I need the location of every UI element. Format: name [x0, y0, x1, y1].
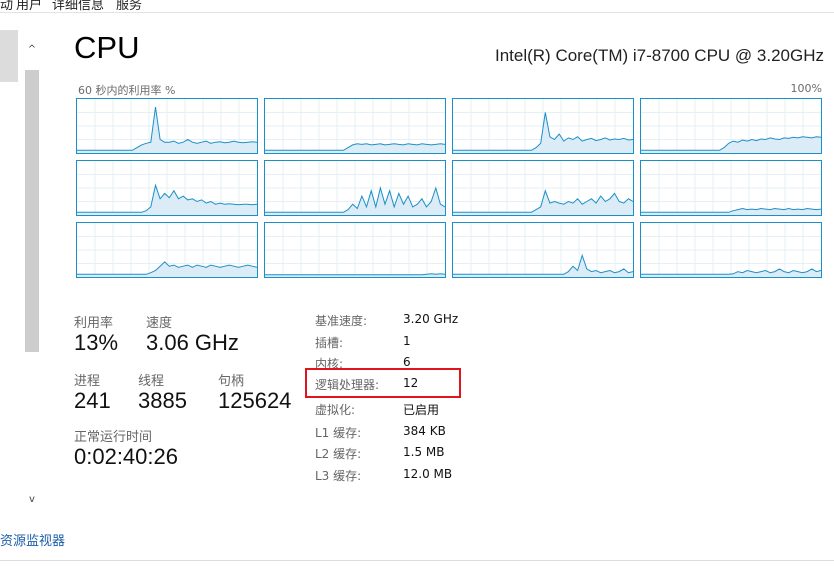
sidebar-scrollbar[interactable]: ^ v	[23, 42, 41, 512]
speed-value: 3.06 GHz	[146, 330, 239, 355]
spec-cores-value: 6	[403, 355, 411, 369]
core-graph	[640, 98, 822, 154]
core-graph	[264, 98, 446, 154]
tab-services[interactable]: 服务	[116, 0, 142, 13]
speed-label: 速度	[146, 316, 173, 331]
core-graph	[76, 98, 258, 154]
core-graph	[452, 160, 634, 216]
tab-users[interactable]: 用户	[16, 0, 42, 13]
core-graph	[640, 160, 822, 216]
spec-virtualization-value: 已启用	[403, 403, 440, 417]
graph-caption: 60 秒内的利用率 %	[78, 84, 176, 97]
page-title: CPU	[74, 30, 140, 65]
graph-max-label: 100%	[790, 82, 822, 95]
spec-l3-cache-value: 12.0 MB	[403, 467, 453, 481]
spec-l2-cache-label: L2 缓存:	[315, 447, 362, 461]
core-graph	[452, 98, 634, 154]
scroll-up-icon[interactable]: ^	[23, 42, 41, 58]
spec-virtualization-label: 虚拟化:	[315, 403, 356, 417]
uptime-value: 0:02:40:26	[74, 444, 178, 469]
core-graph	[264, 160, 446, 216]
spec-sockets-value: 1	[403, 334, 411, 348]
utilization-value: 13%	[74, 330, 119, 355]
core-graph	[76, 222, 258, 278]
uptime-label: 正常运行时间	[74, 430, 153, 445]
tab-strip: 动 用户 详细信息 服务	[0, 0, 834, 13]
spec-l1-cache-value: 384 KB	[403, 424, 446, 438]
highlight-box	[305, 368, 461, 398]
scrollbar-thumb[interactable]	[25, 70, 39, 352]
spec-base-speed-value: 3.20 GHz	[403, 312, 459, 326]
tab-performance[interactable]: 动	[0, 0, 13, 13]
bottom-divider	[0, 560, 834, 561]
threads-label: 线程	[138, 374, 165, 389]
sidebar: ^ v	[0, 20, 50, 515]
tab-details[interactable]: 详细信息	[52, 0, 104, 13]
spec-sockets-label: 插槽:	[315, 336, 344, 350]
threads-value: 3885	[138, 388, 187, 413]
utilization-label: 利用率	[74, 316, 114, 331]
handles-value: 125624	[218, 388, 292, 413]
spec-base-speed-label: 基准速度:	[315, 314, 368, 328]
spec-l2-cache-value: 1.5 MB	[403, 445, 445, 459]
processes-value: 241	[74, 388, 111, 413]
scroll-down-icon[interactable]: v	[23, 492, 41, 508]
cpu-model-name: Intel(R) Core(TM) i7-8700 CPU @ 3.20GHz	[494, 46, 824, 65]
processes-label: 进程	[74, 374, 101, 389]
sidebar-selected-item[interactable]	[0, 30, 18, 82]
core-graph	[264, 222, 446, 278]
cpu-graph-grid	[76, 98, 824, 278]
core-graph	[640, 222, 822, 278]
resource-monitor-link[interactable]: 资源监视器	[0, 530, 65, 549]
handles-label: 句柄	[218, 374, 245, 389]
core-graph	[76, 160, 258, 216]
spec-l1-cache-label: L1 缓存:	[315, 426, 362, 440]
core-graph	[452, 222, 634, 278]
spec-l3-cache-label: L3 缓存:	[315, 469, 362, 483]
